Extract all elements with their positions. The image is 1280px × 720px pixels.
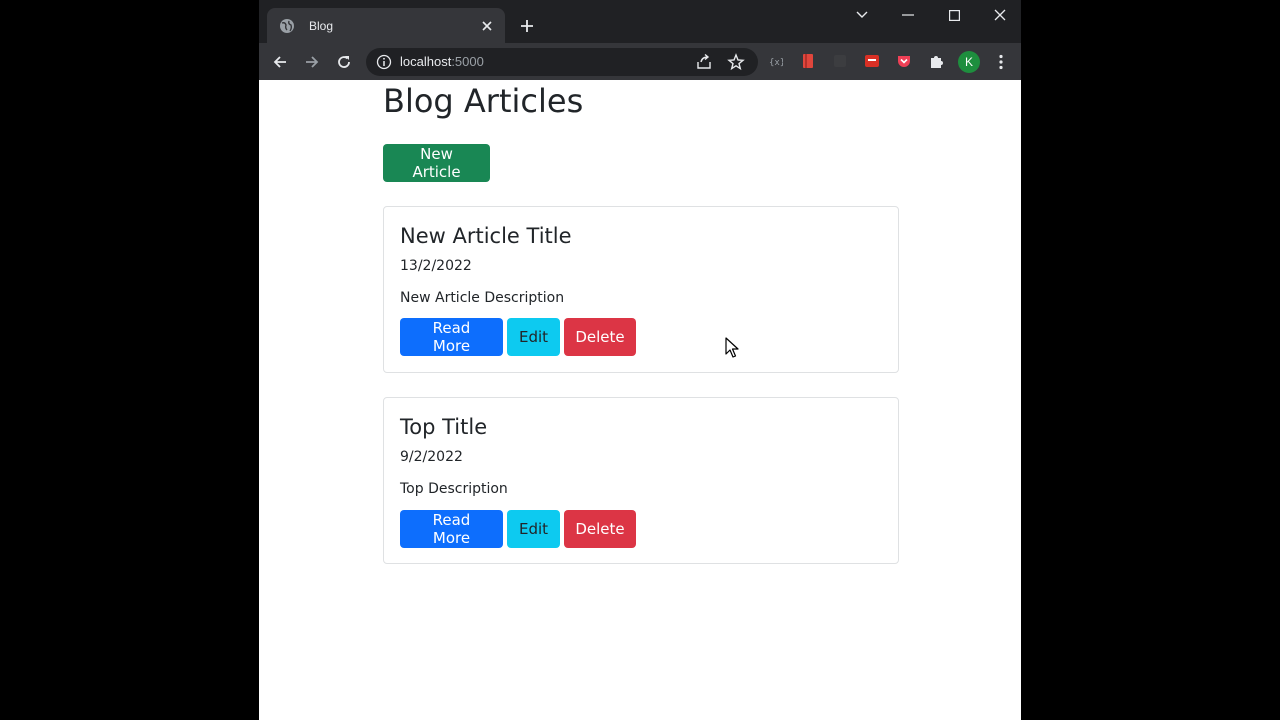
arrow-right-icon[interactable] [301, 51, 323, 73]
address-bar[interactable]: localhost:5000 [366, 48, 758, 76]
mouse-cursor-icon [725, 337, 739, 358]
extension-icon-3[interactable] [832, 53, 848, 69]
new-article-button[interactable]: New Article [383, 144, 490, 182]
reload-icon[interactable] [333, 51, 355, 73]
tab-strip: Blog [259, 0, 1021, 43]
tab-title: Blog [309, 18, 334, 33]
delete-button[interactable]: Delete [564, 510, 636, 548]
maximize-icon[interactable] [943, 6, 965, 24]
article-title: New Article Title [400, 224, 572, 248]
arrow-left-icon[interactable] [269, 51, 291, 73]
url-port: :5000 [451, 54, 484, 69]
read-more-button[interactable]: Read More [400, 510, 503, 548]
page-title: Blog Articles [383, 82, 584, 120]
info-icon[interactable] [376, 54, 392, 70]
article-date: 9/2/2022 [400, 449, 463, 465]
read-more-button[interactable]: Read More [400, 318, 503, 356]
article-card: New Article Title 13/2/2022 New Article … [383, 206, 899, 373]
extension-icon-1[interactable]: {x} [768, 53, 784, 69]
article-description: Top Description [400, 481, 508, 497]
browser-window: Blog localhost:5000 {x K Blog Articles N… [259, 0, 1021, 720]
article-date: 13/2/2022 [400, 258, 472, 274]
avatar[interactable]: K [958, 51, 980, 73]
edit-button[interactable]: Edit [507, 318, 560, 356]
extension-icon-2[interactable] [800, 53, 816, 69]
chevron-down-icon[interactable] [851, 6, 873, 24]
url-text[interactable]: localhost:5000 [400, 54, 484, 69]
article-title: Top Title [400, 415, 488, 439]
kebab-menu-icon[interactable] [994, 52, 1008, 72]
delete-button[interactable]: Delete [564, 318, 636, 356]
edit-button[interactable]: Edit [507, 510, 560, 548]
share-icon[interactable] [695, 53, 713, 71]
extension-icon-4[interactable] [864, 53, 880, 69]
star-icon[interactable] [727, 53, 745, 71]
svg-text:{x}: {x} [769, 58, 783, 67]
pocket-icon[interactable] [896, 53, 912, 69]
browser-toolbar: localhost:5000 {x} [259, 43, 1021, 80]
page-viewport: Blog Articles New Article New Article Ti… [259, 80, 1021, 720]
puzzle-icon[interactable] [928, 53, 944, 69]
article-card: Top Title 9/2/2022 Top Description Read … [383, 397, 899, 564]
globe-icon [279, 18, 295, 34]
minimize-icon[interactable] [897, 6, 919, 24]
close-icon[interactable] [479, 18, 495, 34]
url-host: localhost [400, 54, 452, 69]
article-description: New Article Description [400, 290, 565, 306]
plus-icon[interactable] [518, 17, 536, 35]
window-close-icon[interactable] [989, 6, 1011, 24]
tab-blog[interactable]: Blog [267, 8, 505, 43]
